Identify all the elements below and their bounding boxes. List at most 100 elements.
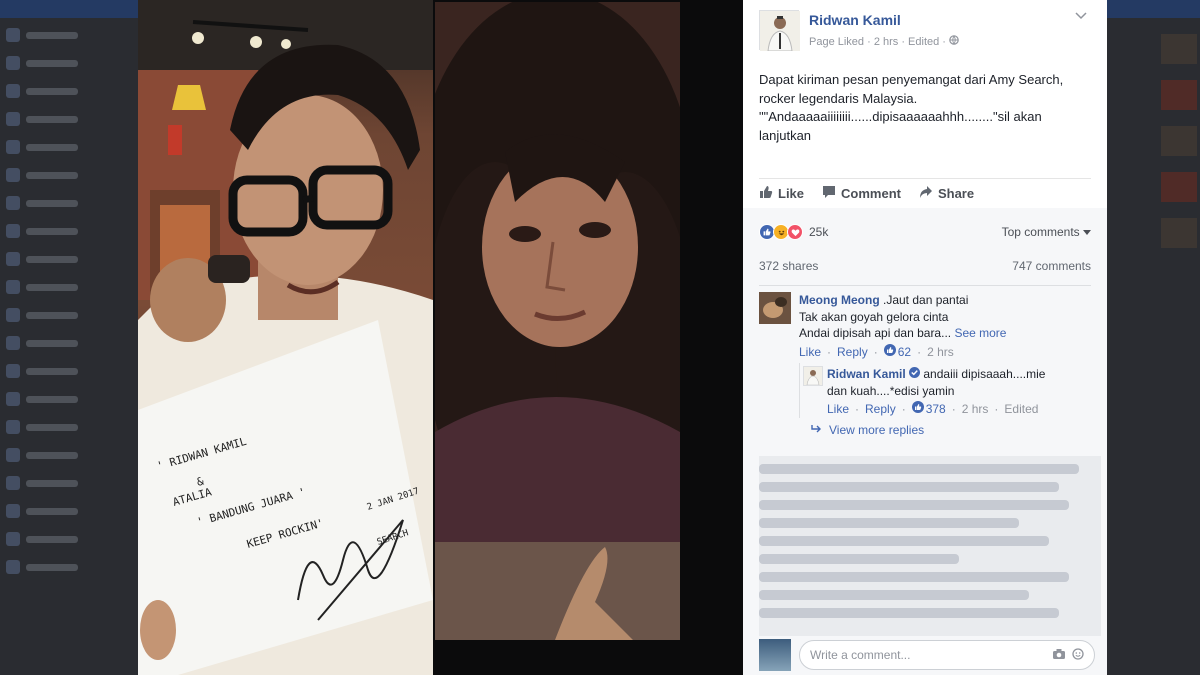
background-nav-item [6,136,132,158]
commenter-avatar[interactable] [759,292,791,324]
like-badge-icon [911,401,924,418]
background-nav-item [6,52,132,74]
post-sidebar: Ridwan Kamil Page Liked · 2 hrs · Edited… [743,0,1107,675]
background-topbar [1107,0,1200,18]
comment-like-number: 62 [897,344,912,359]
reaction-icons[interactable] [759,224,803,240]
background-nav-item [6,360,132,382]
comment-line-3: Andai dipisah api dan bara... [799,326,952,340]
background-nav-item [6,164,132,186]
top-comments-label: Top comments [1001,225,1080,239]
reply-edited[interactable]: Edited [1004,401,1038,418]
globe-icon [949,35,959,48]
comment-time[interactable]: 2 hrs [927,344,954,361]
reply-thread-line [799,363,800,418]
comments-section: 25k Top comments 372 shares 747 comments… [743,208,1107,675]
blurred-line [759,608,1059,618]
reply-like-count[interactable]: 378 [911,401,946,418]
thumbs-up-icon [759,185,773,202]
background-thumbnail [1161,80,1197,110]
comment-input[interactable] [810,648,1046,662]
blurred-line [759,518,1019,528]
photo-man-holding-note[interactable]: ' RIDWAN KAMIL & ATALIA ' BANDUNG JUARA … [138,0,433,675]
comment-like-link[interactable]: Like [799,344,821,361]
comment-reply-link[interactable]: Reply [837,344,868,361]
separator-dot: · [917,344,922,359]
like-button[interactable]: Like [759,185,804,202]
reaction-count[interactable]: 25k [809,225,828,239]
background-thumbnail [1161,218,1197,248]
reply-item: Ridwan Kamil andaiii dipisaaah....mie da… [827,366,1087,418]
view-more-replies-link[interactable]: View more replies [811,423,924,437]
share-button[interactable]: Share [919,185,974,202]
background-thumbnail [1161,126,1197,156]
reply-line-1: andaiii dipisaaah....mie [923,367,1046,381]
comment-like-count[interactable]: 62 [883,343,912,361]
background-right-column [1107,0,1200,675]
post-action-bar: Like Comment Share [759,178,1091,208]
reply-reply-link[interactable]: Reply [865,401,896,418]
background-nav-item [6,220,132,242]
background-nav-item [6,248,132,270]
separator-dot: · [827,344,832,359]
comment-actions: Like · Reply · 62 · 2 hrs [799,343,1089,361]
comment-composer [759,638,1095,672]
author-avatar[interactable] [759,10,800,52]
sticker-icon[interactable] [1072,647,1084,663]
comment-input-box[interactable] [799,640,1095,670]
share-arrow-icon [919,185,933,202]
divider [759,285,1091,286]
background-nav-item [6,304,132,326]
separator-dot: · [994,402,999,416]
separator-dot: · [951,402,956,416]
photo-left-illustration: ' RIDWAN KAMIL & ATALIA ' BANDUNG JUARA … [138,0,433,675]
background-topbar [0,0,138,18]
photo-rocker-portrait[interactable] [435,2,680,640]
view-more-replies-label: View more replies [829,423,925,437]
reply-arrow-icon [811,423,823,437]
blurred-line [759,536,1049,546]
post-header: Ridwan Kamil Page Liked · 2 hrs · Edited… [743,0,1107,58]
top-comments-dropdown[interactable]: Top comments [1002,225,1091,239]
background-thumbnail [1161,34,1197,64]
comment-button[interactable]: Comment [822,185,901,202]
reply-actions: Like · Reply · 378 · 2 hrs · Edited [827,401,1087,418]
current-user-avatar [759,639,791,671]
post-meta-text: Page Liked · 2 hrs · Edited · [809,36,950,48]
shares-count[interactable]: 372 shares [759,259,818,277]
background-nav-item [6,528,132,550]
background-nav-item [6,276,132,298]
background-nav-item [6,192,132,214]
chevron-down-icon[interactable] [1075,12,1087,23]
comment-item: Meong Meong .Jaut dan pantai Tak akan go… [799,292,1089,360]
share-button-label: Share [937,186,975,201]
comments-count[interactable]: 747 comments [1012,259,1091,277]
reply-author-avatar[interactable] [803,366,823,386]
photo-theater[interactable]: ' RIDWAN KAMIL & ATALIA ' BANDUNG JUARA … [138,0,683,675]
reply-like-link[interactable]: Like [827,401,849,418]
blurred-line [759,500,1069,510]
background-nav-item [6,416,132,438]
blurred-comments-region [759,456,1101,636]
background-nav-item [6,500,132,522]
reply-time[interactable]: 2 hrs [962,401,989,418]
separator-dot: · [901,402,906,416]
blurred-line [759,482,1059,492]
background-nav-item [6,80,132,102]
background-nav-item [6,108,132,130]
comment-line-1: .Jaut dan pantai [883,293,969,307]
author-name-link[interactable]: Ridwan Kamil [809,12,901,28]
see-more-link[interactable]: See more [954,326,1006,340]
commenter-name[interactable]: Meong Meong [799,293,880,307]
camera-icon[interactable] [1052,648,1066,663]
reply-like-number: 378 [925,402,946,416]
love-reaction-icon [787,224,803,240]
comment-bubble-icon [822,185,836,202]
comment-line-2: Tak akan goyah gelora cinta [799,309,949,324]
post-meta: Page Liked · 2 hrs · Edited · [809,35,959,48]
reactions-row: 25k Top comments [759,220,1091,244]
photo-right-illustration [435,2,680,640]
reply-author-name[interactable]: Ridwan Kamil [827,367,906,381]
comment-button-label: Comment [841,186,901,201]
separator-dot: · [873,344,878,359]
